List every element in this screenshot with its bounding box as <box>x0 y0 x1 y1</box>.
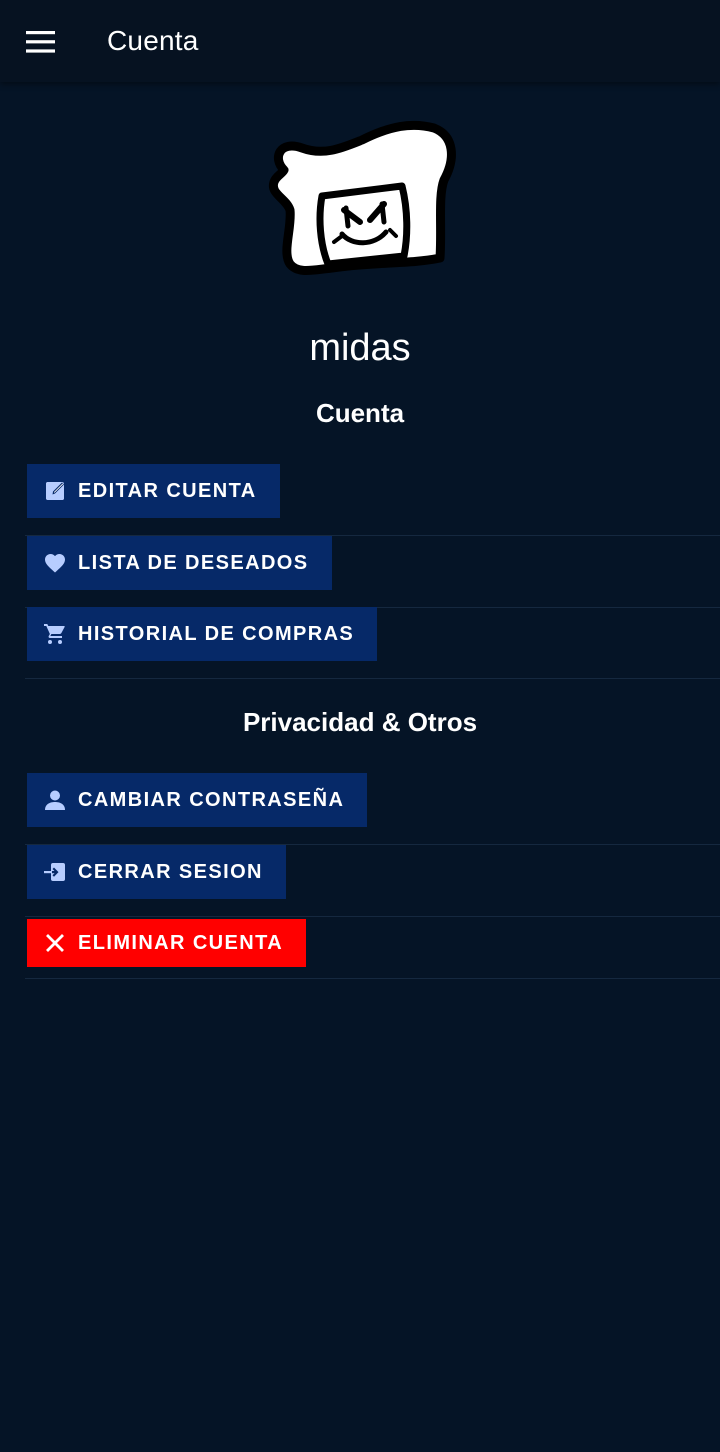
logout-button[interactable]: CERRAR SESION <box>27 845 286 899</box>
wishlist-label: LISTA DE DESEADOS <box>78 552 309 574</box>
list-item-purchase-history: HISTORIAL DE COMPRAS <box>25 607 720 679</box>
section-title-account: Cuenta <box>315 398 405 428</box>
heart-icon <box>42 550 68 576</box>
edit-icon <box>42 478 68 504</box>
list-item-change-password: CAMBIAR CONTRASEÑA <box>25 773 720 845</box>
list-item-wishlist: LISTA DE DESEADOS <box>25 536 720 608</box>
delete-account-button[interactable]: ELIMINAR CUENTA <box>27 919 307 967</box>
logout-label: CERRAR SESION <box>78 861 263 883</box>
cart-icon <box>42 621 68 647</box>
avatar[interactable] <box>262 118 458 282</box>
change-password-label: CAMBIAR CONTRASEÑA <box>78 789 345 811</box>
page-title: Cuenta <box>107 25 199 56</box>
login-icon <box>42 859 68 885</box>
close-icon <box>42 930 68 956</box>
hamburger-menu-icon <box>26 31 55 53</box>
change-password-button[interactable]: CAMBIAR CONTRASEÑA <box>27 773 368 827</box>
person-icon <box>42 787 68 813</box>
wishlist-button[interactable]: LISTA DE DESEADOS <box>27 536 332 590</box>
list-item-logout: CERRAR SESION <box>25 845 720 917</box>
delete-account-label: ELIMINAR CUENTA <box>78 932 284 954</box>
edit-account-button[interactable]: EDITAR CUENTA <box>27 464 280 518</box>
edit-account-label: EDITAR CUENTA <box>78 480 257 502</box>
menu-button[interactable] <box>20 21 62 63</box>
purchase-history-label: HISTORIAL DE COMPRAS <box>78 623 355 645</box>
purchase-history-button[interactable]: HISTORIAL DE COMPRAS <box>27 607 378 661</box>
app-bar: Cuenta <box>0 0 720 82</box>
list-item-edit-account: EDITAR CUENTA <box>25 464 720 536</box>
list-item-delete-account: ELIMINAR CUENTA <box>25 919 720 979</box>
username: midas <box>309 327 411 369</box>
section-title-privacy: Privacidad & Otros <box>242 707 478 737</box>
